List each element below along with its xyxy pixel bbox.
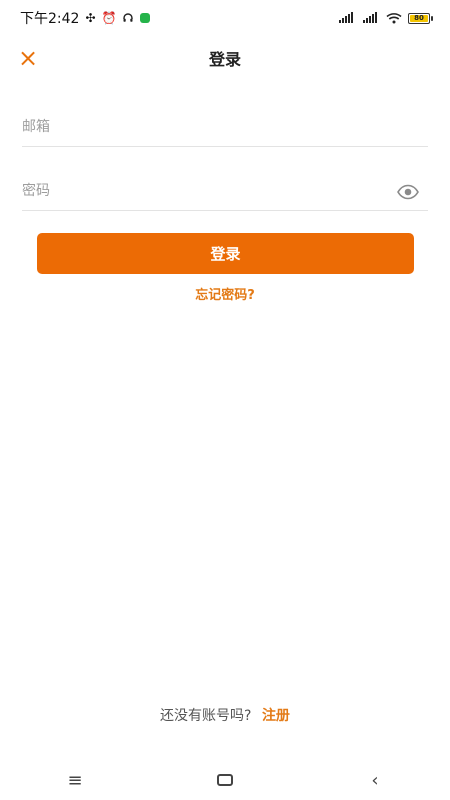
email-field-container [22,108,428,147]
status-right: 80 [338,12,433,24]
register-link[interactable]: 注册 [262,708,290,724]
password-field-container [22,172,428,211]
register-prompt-text: 还没有账号吗? [160,708,252,724]
home-shape [217,774,233,786]
forgot-password-link[interactable]: 忘记密码? [0,284,450,303]
battery-icon: 80 [408,12,433,24]
home-icon[interactable] [204,765,246,795]
alarm-icon: ⏰ [101,11,117,25]
battery-level: 80 [414,14,424,22]
wifi-icon [386,12,402,24]
app-badge-icon [140,13,151,23]
header: × 登录 [0,36,450,80]
back-icon[interactable]: ‹ [354,765,396,795]
signal-icon [338,12,356,24]
status-bar: 下午2:42 ✣ ⏰ 80 [0,0,450,36]
status-left: 下午2:42 ✣ ⏰ [20,8,151,28]
status-time: 下午2:42 [20,11,80,27]
eye-icon[interactable] [396,184,420,200]
email-field[interactable] [22,108,428,146]
login-button[interactable]: 登录 [37,233,414,274]
password-field[interactable] [22,172,428,210]
sync-off-icon: ✣ [85,11,96,25]
headphones-icon [122,12,134,24]
navigation-bar: ≡ ‹ [0,760,450,800]
signal-icon-2 [362,12,380,24]
menu-icon[interactable]: ≡ [54,765,96,795]
page-title: 登录 [208,50,241,69]
register-prompt: 还没有账号吗? 注册 [0,705,450,725]
